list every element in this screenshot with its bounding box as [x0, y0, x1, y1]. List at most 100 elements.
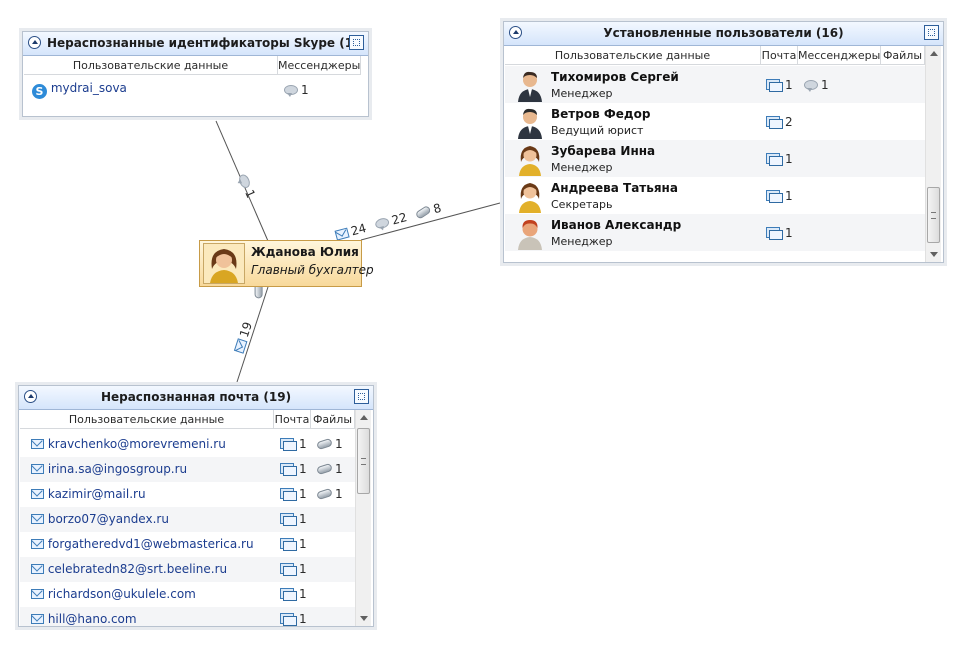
- column-header-user-data[interactable]: Пользовательские данные: [24, 56, 278, 75]
- mail-icon: [766, 116, 783, 129]
- table-row[interactable]: Иванов Александр Менеджер 1: [505, 214, 925, 251]
- mail-icon: [233, 338, 248, 354]
- mail-panel: Нераспознанная почта (19) Пользовательск…: [18, 385, 374, 627]
- mail-icon: [31, 464, 44, 474]
- table-row[interactable]: hill@hano.com 1: [20, 607, 355, 626]
- mail-count-cell: 1: [280, 537, 307, 551]
- mail-icon: [31, 489, 44, 499]
- user-name: Тихомиров Сергей: [551, 70, 679, 84]
- table-row[interactable]: Зубарева Инна Менеджер 1: [505, 140, 925, 177]
- mail-count-cell: 1: [766, 189, 793, 203]
- table-row[interactable]: celebratedn82@srt.beeline.ru 1: [20, 557, 355, 582]
- woman-icon: [519, 183, 541, 213]
- skype-panel-header: Нераспознанные идентификаторы Skype (1): [23, 32, 368, 56]
- man-casual-icon: [518, 220, 542, 250]
- table-row[interactable]: forgatheredvd1@webmasterica.ru 1: [20, 532, 355, 557]
- mail-icon: [31, 439, 44, 449]
- scroll-down-icon[interactable]: [930, 252, 938, 257]
- file-icon: [316, 437, 333, 451]
- messengers-count-cell: 1: [804, 78, 829, 92]
- panel-title: Установленные пользователи (16): [603, 26, 844, 40]
- mail-icon: [766, 79, 783, 92]
- column-header-messengers[interactable]: Мессенджеры: [278, 56, 361, 75]
- email-cell: richardson@ukulele.com: [31, 587, 196, 601]
- scrollbar[interactable]: [925, 46, 941, 262]
- panel-title: Нераспознанные идентификаторы Skype (1): [47, 36, 359, 50]
- messenger-icon: [237, 172, 252, 190]
- table-row[interactable]: borzo07@yandex.ru 1: [20, 507, 355, 532]
- email-cell: forgatheredvd1@webmasterica.ru: [31, 537, 254, 551]
- mail-count-cell: 1: [766, 226, 793, 240]
- email-cell: kravchenko@morevremeni.ru: [31, 437, 226, 451]
- mail-icon: [31, 614, 44, 624]
- panel-title: Нераспознанная почта (19): [100, 390, 292, 404]
- column-header-messengers[interactable]: Мессенджеры: [798, 46, 881, 65]
- mail-count-cell: 1: [280, 562, 307, 576]
- mail-count-cell: 1: [280, 587, 307, 601]
- column-header-user-data[interactable]: Пользовательские данные: [20, 410, 274, 429]
- users-panel: Установленные пользователи (16) Пользова…: [503, 21, 944, 263]
- scroll-thumb[interactable]: [357, 428, 370, 494]
- expand-button[interactable]: [354, 389, 369, 404]
- mail-icon: [280, 563, 297, 576]
- mail-icon: [31, 564, 44, 574]
- mail-count-cell: 1: [280, 437, 307, 451]
- mail-count-cell: 2: [766, 115, 793, 129]
- mail-icon: [31, 589, 44, 599]
- central-person-card[interactable]: Жданова Юлия Главный бухгалтер: [199, 240, 374, 287]
- mail-icon: [280, 588, 297, 601]
- column-header-files[interactable]: Файлы: [311, 410, 355, 429]
- users-panel-header: Установленные пользователи (16): [504, 22, 943, 46]
- person-photo: [203, 243, 245, 284]
- files-count-cell: 1: [316, 487, 343, 501]
- messenger-icon: [284, 85, 298, 97]
- table-row[interactable]: Тихомиров Сергей Менеджер 1 1: [505, 66, 925, 103]
- user-role: Менеджер: [551, 235, 613, 248]
- user-role: Секретарь: [551, 198, 613, 211]
- mail-icon: [280, 438, 297, 451]
- scroll-down-icon[interactable]: [360, 616, 368, 621]
- skype-icon: S: [32, 84, 47, 99]
- mail-count-cell: 1: [280, 487, 307, 501]
- user-role: Менеджер: [551, 161, 613, 174]
- expand-button[interactable]: [924, 25, 939, 40]
- user-role: Менеджер: [551, 87, 613, 100]
- table-row[interactable]: Ветров Федор Ведущий юрист 2: [505, 103, 925, 140]
- email-cell: borzo07@yandex.ru: [31, 512, 169, 526]
- column-header-files[interactable]: Файлы: [881, 46, 925, 65]
- user-name: Андреева Татьяна: [551, 181, 678, 195]
- mail-panel-header: Нераспознанная почта (19): [19, 386, 373, 410]
- woman-icon: [519, 146, 541, 176]
- collapse-button[interactable]: [509, 26, 522, 39]
- scroll-thumb[interactable]: [927, 187, 940, 243]
- column-header-mail[interactable]: Почта: [761, 46, 798, 65]
- table-row[interactable]: richardson@ukulele.com 1: [20, 582, 355, 607]
- mail-count-cell: 1: [280, 612, 307, 626]
- email-cell: irina.sa@ingosgroup.ru: [31, 462, 187, 476]
- expand-button[interactable]: [349, 35, 364, 50]
- table-row[interactable]: kravchenko@morevremeni.ru 1 1: [20, 432, 355, 457]
- mail-count-cell: 1: [766, 78, 793, 92]
- table-row[interactable]: S mydrai_sova 1: [24, 77, 367, 103]
- collapse-button[interactable]: [28, 36, 41, 49]
- messenger-icon: [804, 80, 818, 92]
- table-row[interactable]: kazimir@mail.ru 1 1: [20, 482, 355, 507]
- column-header-mail[interactable]: Почта: [274, 410, 311, 429]
- man-suit-icon: [518, 108, 542, 139]
- scroll-up-icon[interactable]: [930, 51, 938, 56]
- scrollbar[interactable]: [355, 410, 371, 626]
- table-row[interactable]: Андреева Татьяна Секретарь 1: [505, 177, 925, 214]
- skype-panel: Нераспознанные идентификаторы Skype (1) …: [22, 31, 369, 117]
- column-header-user-data[interactable]: Пользовательские данные: [505, 46, 761, 65]
- table-row[interactable]: irina.sa@ingosgroup.ru 1 1: [20, 457, 355, 482]
- mail-icon: [766, 190, 783, 203]
- collapse-button[interactable]: [24, 390, 37, 403]
- central-person-role: Главный бухгалтер: [251, 263, 374, 277]
- mail-icon: [31, 514, 44, 524]
- user-name: Зубарева Инна: [551, 144, 656, 158]
- scroll-up-icon[interactable]: [360, 415, 368, 420]
- mail-icon: [766, 227, 783, 240]
- mail-icon: [280, 513, 297, 526]
- mail-count-cell: 1: [766, 152, 793, 166]
- man-suit-icon: [518, 71, 542, 102]
